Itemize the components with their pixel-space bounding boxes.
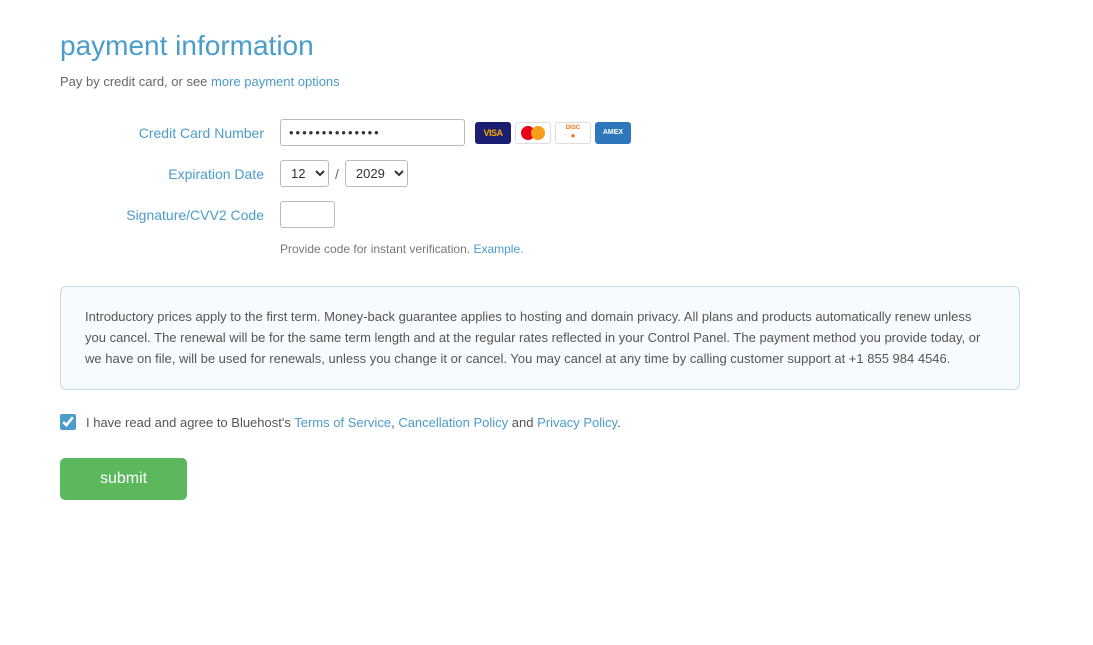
expiry-separator: / bbox=[335, 166, 339, 182]
info-box: Introductory prices apply to the first t… bbox=[60, 286, 1020, 390]
subtitle: Pay by credit card, or see more payment … bbox=[60, 74, 1033, 89]
agree-checkbox[interactable] bbox=[60, 414, 76, 430]
discover-icon: DISC● bbox=[555, 122, 591, 144]
cc-number-input[interactable] bbox=[280, 119, 465, 146]
expiry-label: Expiration Date bbox=[60, 166, 280, 182]
cc-number-wrap: VISA DISC● AMEX bbox=[280, 119, 631, 146]
expiry-month-select[interactable]: 01 02 03 04 05 06 07 08 09 10 11 12 bbox=[280, 160, 329, 187]
cc-number-label: Credit Card Number bbox=[60, 125, 280, 141]
cvv-input[interactable] bbox=[280, 201, 335, 228]
cvv-row: Signature/CVV2 Code bbox=[60, 201, 1033, 228]
cancellation-policy-link[interactable]: Cancellation Policy bbox=[398, 415, 508, 430]
expiry-row: Expiration Date 01 02 03 04 05 06 07 08 … bbox=[60, 160, 1033, 187]
page-title: payment information bbox=[60, 30, 1033, 62]
cvv-wrap bbox=[280, 201, 335, 228]
payment-form: Credit Card Number VISA DISC● AMEX Expir… bbox=[60, 119, 1033, 256]
mastercard-icon bbox=[515, 122, 551, 144]
cc-number-row: Credit Card Number VISA DISC● AMEX bbox=[60, 119, 1033, 146]
info-box-text: Introductory prices apply to the first t… bbox=[85, 307, 995, 369]
expiry-wrap: 01 02 03 04 05 06 07 08 09 10 11 12 / 20… bbox=[280, 160, 408, 187]
amex-icon: AMEX bbox=[595, 122, 631, 144]
visa-icon: VISA bbox=[475, 122, 511, 144]
agree-row: I have read and agree to Bluehost's Term… bbox=[60, 414, 1033, 430]
submit-button[interactable]: submit bbox=[60, 458, 187, 500]
privacy-policy-link[interactable]: Privacy Policy bbox=[537, 415, 617, 430]
cc-icons-group: VISA DISC● AMEX bbox=[475, 122, 631, 144]
cvv-label: Signature/CVV2 Code bbox=[60, 207, 280, 223]
tos-link[interactable]: Terms of Service bbox=[294, 415, 391, 430]
more-payment-options-link[interactable]: more payment options bbox=[211, 74, 340, 89]
cvv-example-link[interactable]: Example. bbox=[473, 242, 523, 256]
expiry-year-select[interactable]: 2024 2025 2026 2027 2028 2029 2030 2031 … bbox=[345, 160, 408, 187]
cvv-help-text: Provide code for instant verification. E… bbox=[280, 242, 1033, 256]
agree-text: I have read and agree to Bluehost's Term… bbox=[86, 415, 621, 430]
